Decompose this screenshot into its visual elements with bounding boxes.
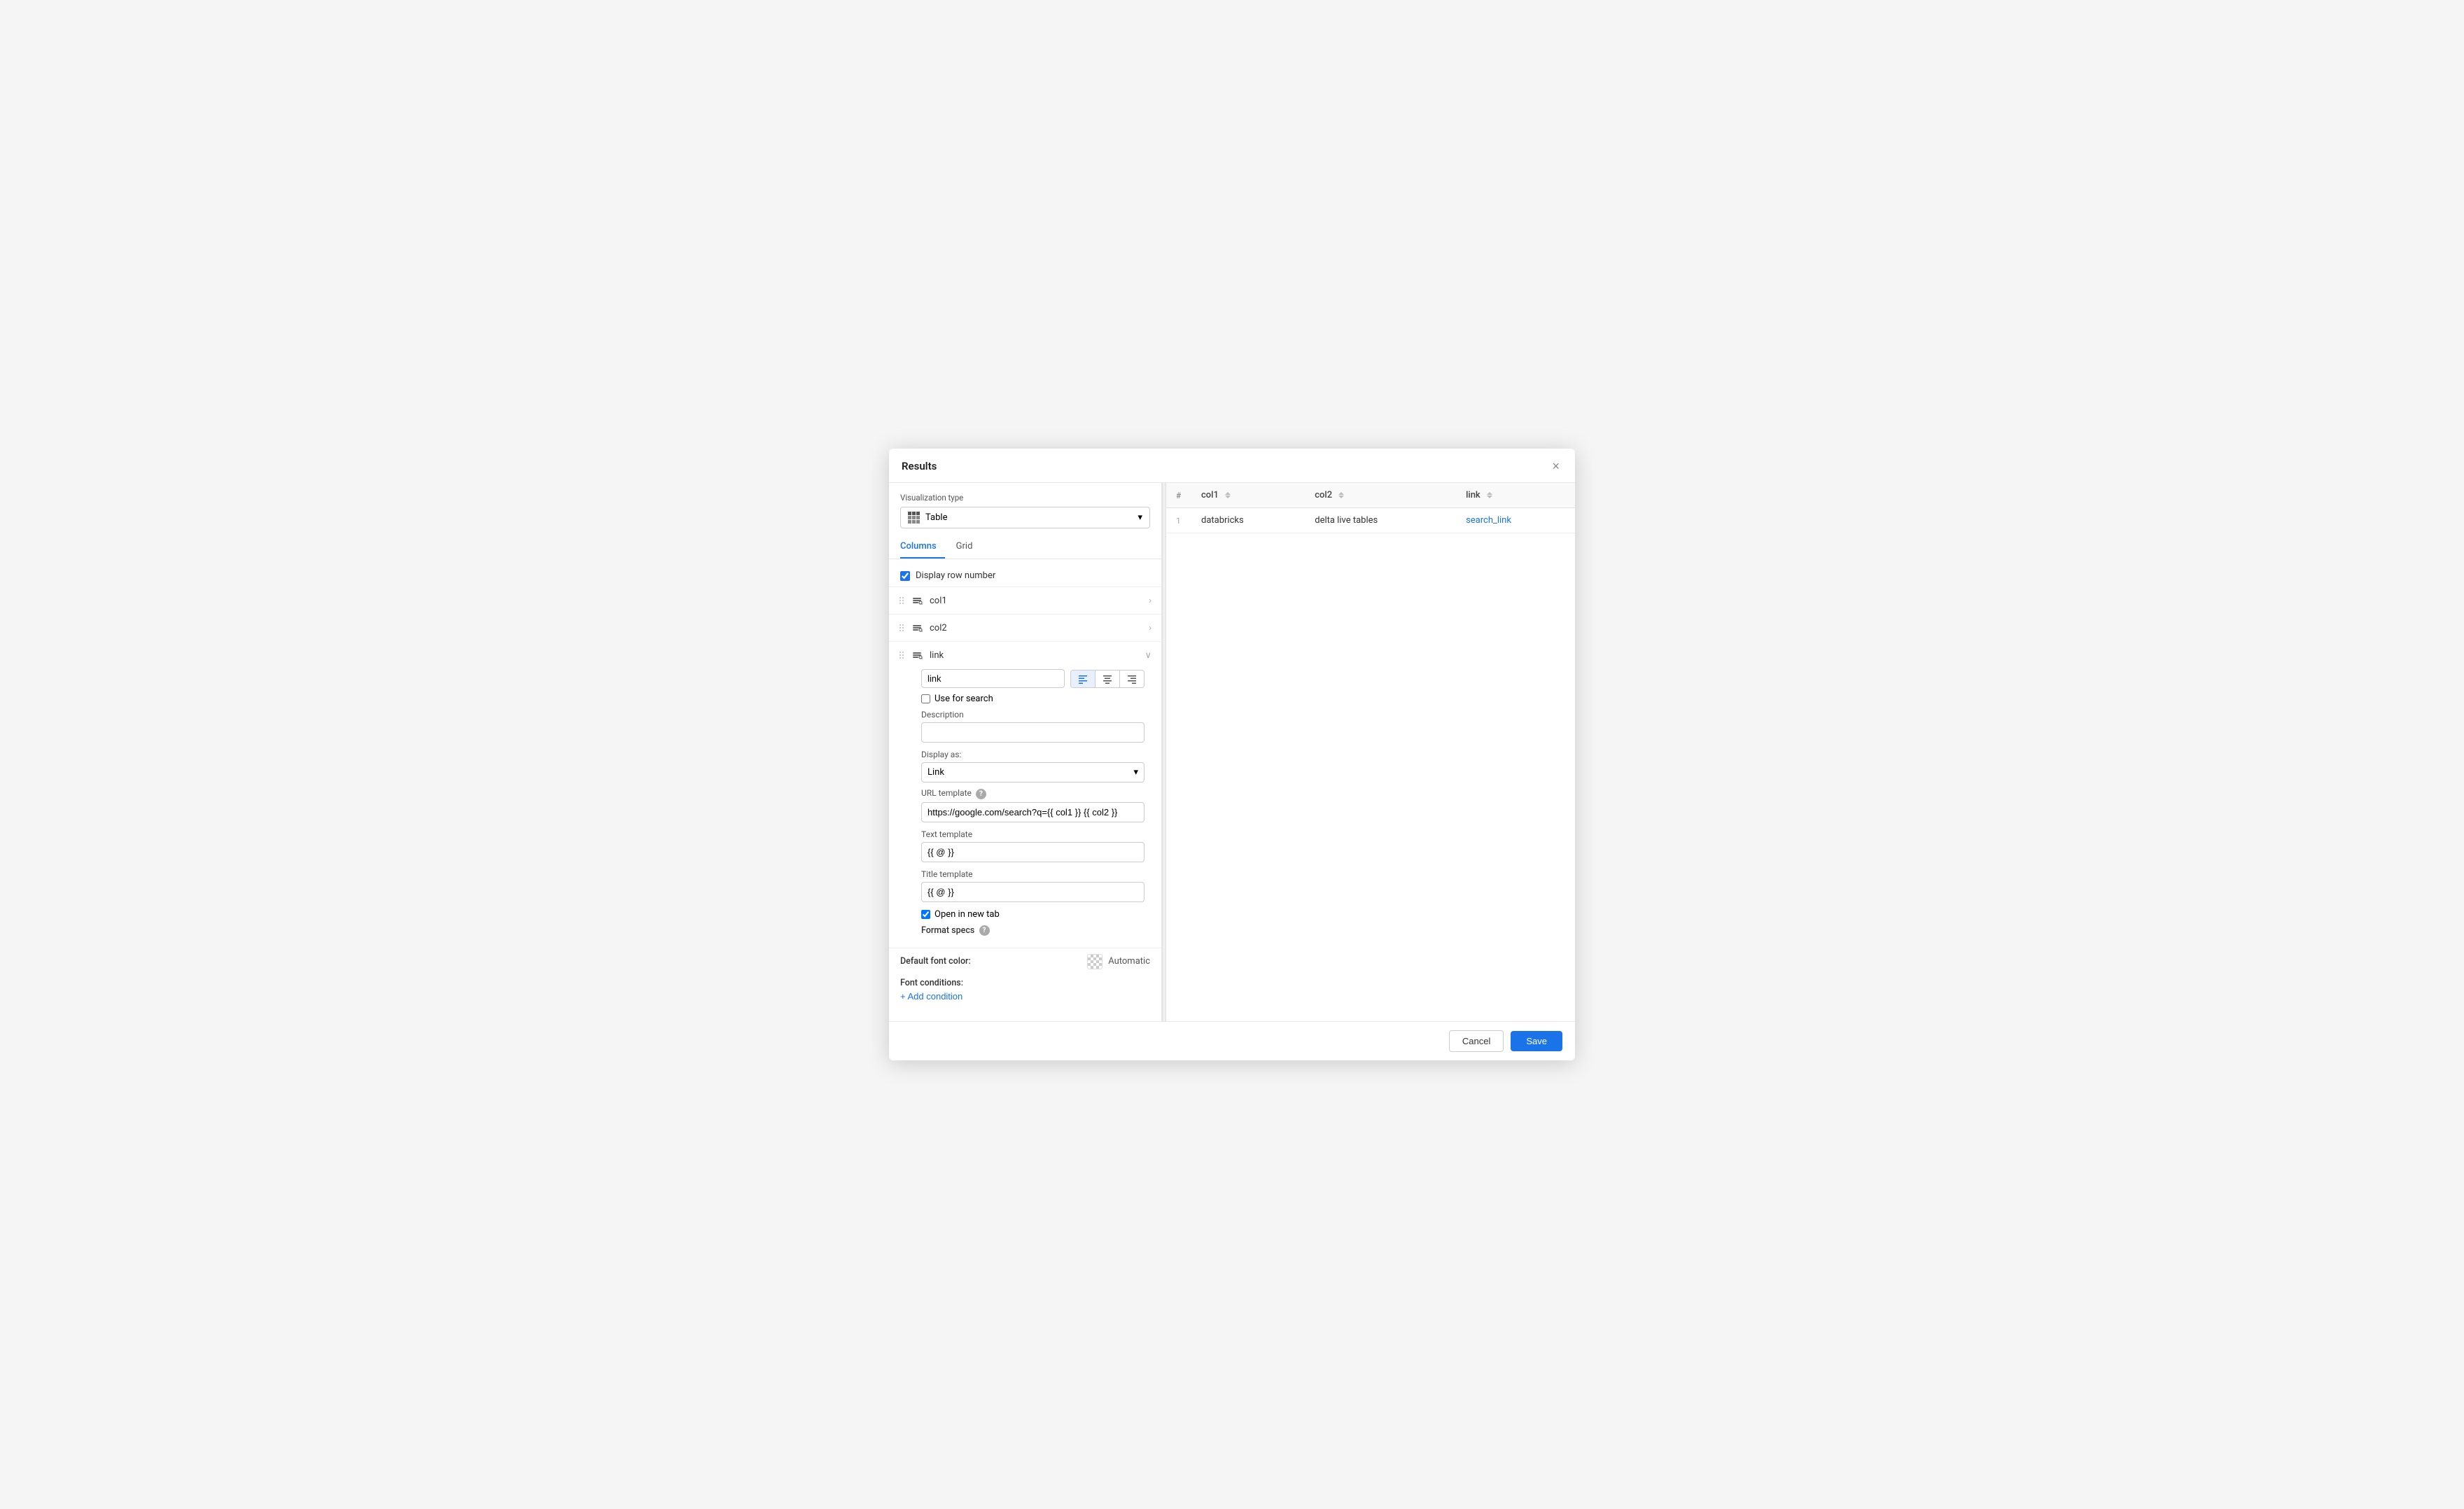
link-expand-content: Use for search Description Display as: L… xyxy=(896,662,1152,941)
color-swatch[interactable]: Automatic xyxy=(1087,954,1150,969)
save-button[interactable]: Save xyxy=(1511,1031,1562,1051)
viz-type-select[interactable]: Table ▾ xyxy=(900,507,1150,528)
column-item-col1[interactable]: col1 › xyxy=(889,587,1161,615)
align-left-btn[interactable] xyxy=(1071,671,1096,687)
display-row-number-checkbox[interactable] xyxy=(900,571,910,581)
modal-title: Results xyxy=(902,460,937,472)
title-template-label: Title template xyxy=(921,869,1144,879)
link-col-name: link xyxy=(930,650,1144,661)
cell-col2-1: delta live tables xyxy=(1305,508,1456,533)
display-row-number-label: Display row number xyxy=(916,570,995,581)
column-list: col1 › xyxy=(889,587,1161,948)
column-item-col2[interactable]: col2 › xyxy=(889,615,1161,642)
display-as-chevron: ▾ xyxy=(1133,767,1138,778)
col1-name: col1 xyxy=(930,596,1149,606)
name-align-row xyxy=(921,669,1144,688)
columns-section: Display row number xyxy=(889,559,1161,1006)
table-row: 1 databricks delta live tables search_li… xyxy=(1166,508,1575,533)
display-as-label: Display as: xyxy=(921,750,1144,759)
th-col1[interactable]: col1 xyxy=(1191,483,1305,508)
format-specs-label: Format specs xyxy=(921,925,974,936)
tab-columns[interactable]: Columns xyxy=(900,535,945,559)
text-template-label: Text template xyxy=(921,829,1144,839)
modal-footer: Cancel Save xyxy=(889,1021,1575,1060)
align-group xyxy=(1070,670,1144,688)
default-font-color-row: Default font color: Automatic xyxy=(889,948,1161,972)
format-specs-row: Format specs ? xyxy=(921,925,1144,936)
default-font-color-label: Default font color: xyxy=(900,956,971,967)
cancel-button[interactable]: Cancel xyxy=(1449,1030,1504,1052)
cell-num-1: 1 xyxy=(1166,508,1191,533)
viz-type-section: Visualization type Table ▾ xyxy=(889,483,1161,535)
font-conditions-label: Font conditions: xyxy=(900,978,1150,988)
col2-sort-icon xyxy=(1338,492,1344,498)
col2-name: col2 xyxy=(930,623,1149,633)
open-in-new-tab-row: Open in new tab xyxy=(921,909,1144,920)
tabs-row: Columns Grid xyxy=(889,535,1161,559)
modal-body: Visualization type Table ▾ Columns xyxy=(889,483,1575,1020)
link-col-icon xyxy=(910,648,924,662)
tab-grid[interactable]: Grid xyxy=(956,535,981,559)
left-panel: Visualization type Table ▾ Columns xyxy=(889,483,1162,1020)
viz-type-select-left: Table xyxy=(908,512,947,524)
link-cell-value[interactable]: search_link xyxy=(1466,515,1511,526)
url-template-help[interactable]: ? xyxy=(976,789,986,799)
th-link[interactable]: link xyxy=(1456,483,1575,508)
display-as-select[interactable]: Link ▾ xyxy=(921,762,1144,782)
table-icon xyxy=(908,512,920,524)
open-in-new-tab-checkbox[interactable] xyxy=(921,910,930,919)
link-col-collapse[interactable]: ∨ xyxy=(1144,650,1152,661)
viz-type-value: Table xyxy=(925,512,947,523)
column-item-link: link ∨ xyxy=(889,642,1161,948)
url-template-input[interactable] xyxy=(921,802,1144,822)
use-for-search-label: Use for search xyxy=(934,694,993,704)
viz-type-chevron: ▾ xyxy=(1138,512,1142,523)
drag-handle-col1 xyxy=(896,597,907,604)
use-for-search-row: Use for search xyxy=(921,694,1144,704)
results-modal: Results × Visualization type Table xyxy=(889,449,1575,1060)
text-template-input[interactable] xyxy=(921,842,1144,862)
color-value: Automatic xyxy=(1108,956,1150,967)
table-header-row: # col1 col2 xyxy=(1166,483,1575,508)
cell-col1-1: databricks xyxy=(1191,508,1305,533)
display-as-value: Link xyxy=(927,767,944,778)
right-panel: # col1 col2 xyxy=(1166,483,1575,1020)
col2-expand-arrow: › xyxy=(1149,623,1152,633)
th-col2[interactable]: col2 xyxy=(1305,483,1456,508)
col2-icon xyxy=(910,621,924,635)
description-input[interactable] xyxy=(921,722,1144,743)
add-condition-button[interactable]: + Add condition xyxy=(900,988,962,1004)
col1-sort-icon xyxy=(1225,492,1231,498)
drag-handle-col2 xyxy=(896,624,907,631)
use-for-search-checkbox[interactable] xyxy=(921,694,930,703)
modal-header: Results × xyxy=(889,449,1575,483)
cell-link-1: search_link xyxy=(1456,508,1575,533)
title-template-input[interactable] xyxy=(921,882,1144,902)
link-sort-icon xyxy=(1487,492,1492,498)
format-specs-help[interactable]: ? xyxy=(979,925,990,936)
link-name-input[interactable] xyxy=(921,669,1065,688)
col1-icon xyxy=(910,594,924,608)
description-label: Description xyxy=(921,710,1144,720)
align-center-btn[interactable] xyxy=(1096,671,1120,687)
preview-table: # col1 col2 xyxy=(1166,483,1575,533)
align-right-btn[interactable] xyxy=(1120,671,1144,687)
url-template-label: URL template ? xyxy=(921,788,1144,799)
col1-expand-arrow: › xyxy=(1149,596,1152,606)
close-button[interactable]: × xyxy=(1549,458,1562,474)
th-num: # xyxy=(1166,483,1191,508)
color-checker xyxy=(1087,954,1102,969)
display-row-number-row: Display row number xyxy=(889,566,1161,587)
font-conditions-section: Font conditions: + Add condition xyxy=(889,972,1161,1007)
link-col-row[interactable]: link ∨ xyxy=(896,648,1152,662)
open-in-new-tab-label: Open in new tab xyxy=(934,909,1000,920)
viz-type-label: Visualization type xyxy=(900,493,1150,503)
drag-handle-link xyxy=(896,652,907,659)
